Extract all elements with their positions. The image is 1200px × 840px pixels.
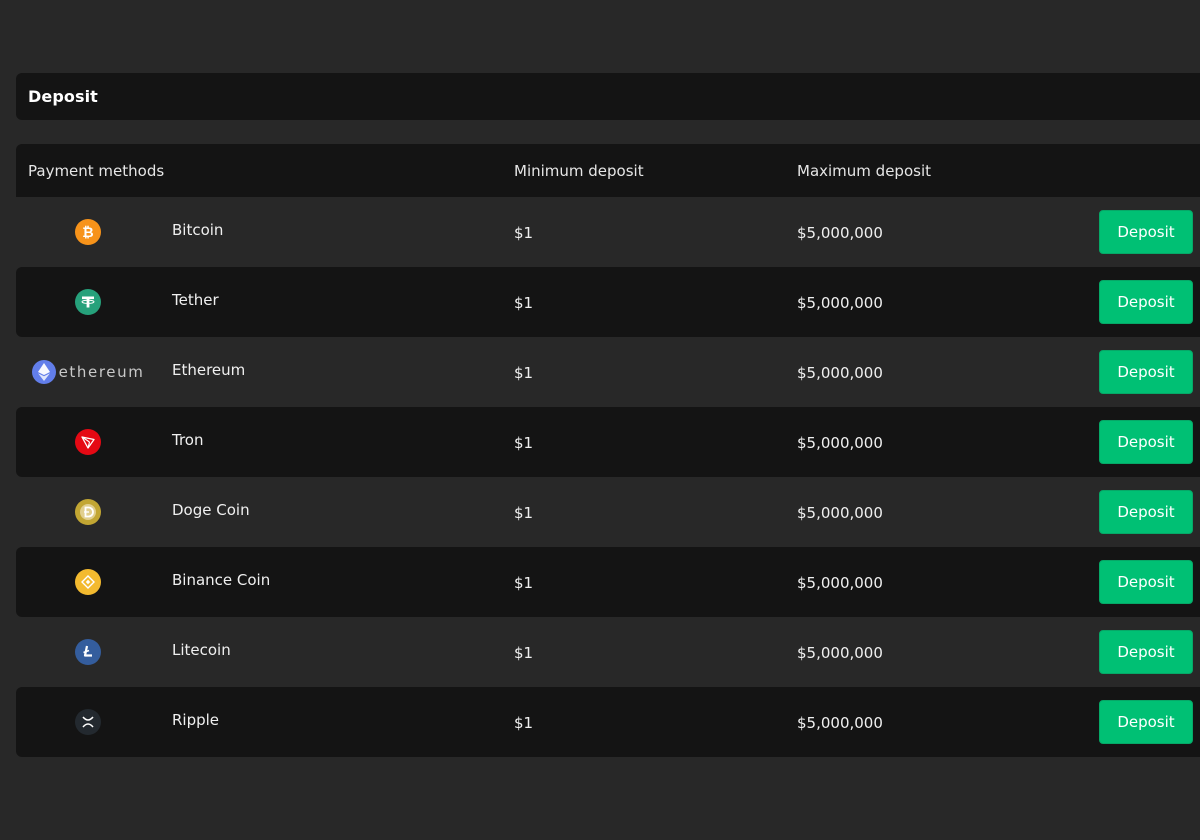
coin-logo: ₿ <box>16 197 160 267</box>
coin-logo <box>16 617 160 687</box>
table-row: Litecoin $1 $5,000,000 Deposit <box>16 617 1200 687</box>
litecoin-icon <box>75 639 101 665</box>
minimum-deposit-value: $1 <box>514 714 534 732</box>
minimum-deposit-value: $1 <box>514 434 534 452</box>
ripple-icon <box>75 709 101 735</box>
table-row: Doge Coin $1 $5,000,000 Deposit <box>16 477 1200 547</box>
coin-name: Tron <box>172 431 204 449</box>
minimum-deposit-value: $1 <box>514 364 534 382</box>
coin-name: Tether <box>172 291 219 309</box>
coin-name: Ethereum <box>172 361 246 379</box>
coin-logo <box>16 267 160 337</box>
maximum-deposit-value: $5,000,000 <box>797 294 883 312</box>
deposit-button-litecoin[interactable]: Deposit <box>1099 630 1193 674</box>
payment-methods-table: Payment methods Minimum deposit Maximum … <box>16 144 1200 757</box>
coin-name: Binance Coin <box>172 571 271 589</box>
maximum-deposit-value: $5,000,000 <box>797 714 883 732</box>
table-row: Ripple $1 $5,000,000 Deposit <box>16 687 1200 757</box>
coin-logo <box>16 547 160 617</box>
table-row: Tether $1 $5,000,000 Deposit <box>16 267 1200 337</box>
maximum-deposit-value: $5,000,000 <box>797 224 883 242</box>
ethereum-wordmark: ethereum <box>58 363 145 381</box>
coin-name: Ripple <box>172 711 220 729</box>
minimum-deposit-value: $1 <box>514 644 534 662</box>
coin-logo <box>16 477 160 547</box>
table-row: ethereum Ethereum $1 $5,000,000 Deposit <box>16 337 1200 407</box>
minimum-deposit-value: $1 <box>514 574 534 592</box>
table-row: Binance Coin $1 $5,000,000 Deposit <box>16 547 1200 617</box>
svg-text:₿: ₿ <box>82 225 93 240</box>
coin-logo: ethereum <box>16 337 160 407</box>
coin-name: Doge Coin <box>172 501 250 519</box>
deposit-button-tether[interactable]: Deposit <box>1099 280 1193 324</box>
coin-name: Bitcoin <box>172 221 224 239</box>
maximum-deposit-value: $5,000,000 <box>797 644 883 662</box>
bitcoin-icon: ₿ <box>75 219 101 245</box>
maximum-deposit-value: $5,000,000 <box>797 504 883 522</box>
table-row: Tron $1 $5,000,000 Deposit <box>16 407 1200 477</box>
minimum-deposit-value: $1 <box>514 504 534 522</box>
deposit-button-tron[interactable]: Deposit <box>1099 420 1193 464</box>
ethereum-logo: ethereum <box>31 360 145 384</box>
table-header: Payment methods Minimum deposit Maximum … <box>16 144 1200 197</box>
maximum-deposit-value: $5,000,000 <box>797 434 883 452</box>
coin-name: Litecoin <box>172 641 231 659</box>
minimum-deposit-value: $1 <box>514 224 534 242</box>
dogecoin-icon <box>75 499 101 525</box>
ethereum-icon <box>31 360 56 384</box>
maximum-deposit-value: $5,000,000 <box>797 364 883 382</box>
column-header-payment-methods: Payment methods <box>28 162 165 180</box>
tron-icon <box>75 429 101 455</box>
minimum-deposit-value: $1 <box>514 294 534 312</box>
deposit-button-bitcoin[interactable]: Deposit <box>1099 210 1193 254</box>
deposit-button-dogecoin[interactable]: Deposit <box>1099 490 1193 534</box>
maximum-deposit-value: $5,000,000 <box>797 574 883 592</box>
table-row: ₿ Bitcoin $1 $5,000,000 Deposit <box>16 197 1200 267</box>
page-title: Deposit <box>28 87 98 106</box>
binance-icon <box>75 569 101 595</box>
deposit-header: Deposit <box>16 73 1200 120</box>
coin-logo <box>16 407 160 477</box>
deposit-button-binance[interactable]: Deposit <box>1099 560 1193 604</box>
deposit-button-ripple[interactable]: Deposit <box>1099 700 1193 744</box>
tether-icon <box>75 289 101 315</box>
column-header-minimum-deposit: Minimum deposit <box>514 162 644 180</box>
deposit-button-ethereum[interactable]: Deposit <box>1099 350 1193 394</box>
coin-logo <box>16 687 160 757</box>
column-header-maximum-deposit: Maximum deposit <box>797 162 931 180</box>
